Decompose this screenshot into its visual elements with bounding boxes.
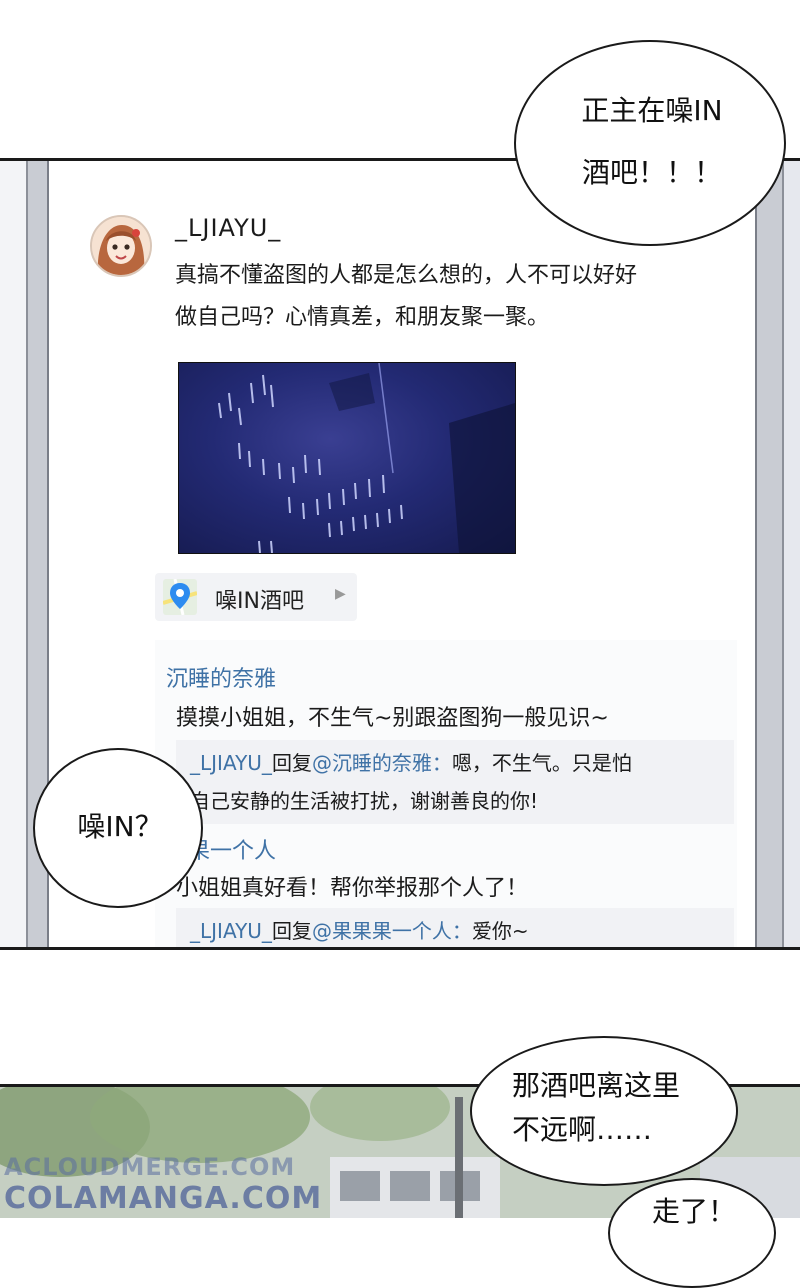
user-avatar[interactable] (90, 215, 152, 277)
reply-line: _LJIAYU_回复@果果果一个人：爱你~ (190, 912, 529, 950)
watermark-text: ACLOUDMERGE.COM (4, 1153, 296, 1181)
watermark-text: COLAMANGA.COM (4, 1181, 323, 1216)
bubble-line: 酒吧！！！ (581, 156, 722, 189)
post-username[interactable]: _LJIAYU_ (175, 214, 281, 242)
club-lights-image (218, 363, 515, 553)
location-chip[interactable]: 噪IN酒吧 ▶ (155, 573, 357, 621)
bubble-text: 正主在噪IN 酒吧！！！ (516, 80, 788, 204)
post-text-line: 真搞不懂盗图的人都是怎么想的，人不可以好好 (175, 263, 638, 288)
reply-verb: 回复 (271, 751, 312, 775)
chevron-right-icon: ▶ (335, 586, 346, 602)
speech-bubble-bottom-partial: 走了！ (608, 1178, 776, 1288)
location-label: 噪IN酒吧 (215, 589, 304, 614)
bubble-line: 不远啊…… (512, 1113, 653, 1146)
comment-text: 摸摸小姐姐，不生气~别跟盗图狗一般见识~ (176, 706, 609, 731)
bubble-line: 正主在噪IN (581, 94, 723, 127)
location-pin-icon (163, 579, 197, 615)
bubble-line: 那酒吧离这里 (512, 1069, 681, 1102)
reply-line: _LJIAYU_回复@沉睡的奈雅：嗯，不生气。只是怕 (190, 744, 632, 782)
post-photo[interactable] (178, 362, 516, 554)
background-strip (784, 161, 800, 947)
reply-text-cont: 自己安静的生活被打扰，谢谢善良的你! (190, 789, 539, 813)
avatar-portrait-icon (92, 217, 150, 275)
bubble-text: 那酒吧离这里 不远啊…… (512, 1064, 680, 1152)
comment-author[interactable]: 沉睡的奈雅 (166, 661, 276, 693)
reply-verb: 回复 (271, 919, 312, 943)
speech-bubble-top-right: 正主在噪IN 酒吧！！！ (514, 40, 786, 246)
speech-bubble-left: 噪IN？ (33, 748, 203, 908)
post-text: 真搞不懂盗图的人都是怎么想的，人不可以好好 做自己吗？心情真差，和朋友聚一聚。 (175, 255, 735, 339)
comment-text: 小姐姐真好看！帮你举报那个人了！ (176, 876, 529, 901)
speech-bubble-bottom-right: 那酒吧离这里 不远啊…… (470, 1036, 738, 1186)
post-text-line: 做自己吗？心情真差，和朋友聚一聚。 (175, 305, 550, 330)
bubble-text: 走了！ (651, 1195, 736, 1228)
reply-user[interactable]: _LJIAYU_ (190, 751, 272, 775)
reply-text: 爱你~ (471, 919, 529, 943)
reply-target[interactable]: @沉睡的奈雅： (312, 751, 452, 775)
reply-text: 嗯，不生气。只是怕 (451, 751, 632, 775)
reply-user[interactable]: _LJIAYU_ (190, 919, 272, 943)
bubble-text: 噪IN？ (77, 810, 163, 843)
reply-target[interactable]: @果果果一个人： (312, 919, 472, 943)
